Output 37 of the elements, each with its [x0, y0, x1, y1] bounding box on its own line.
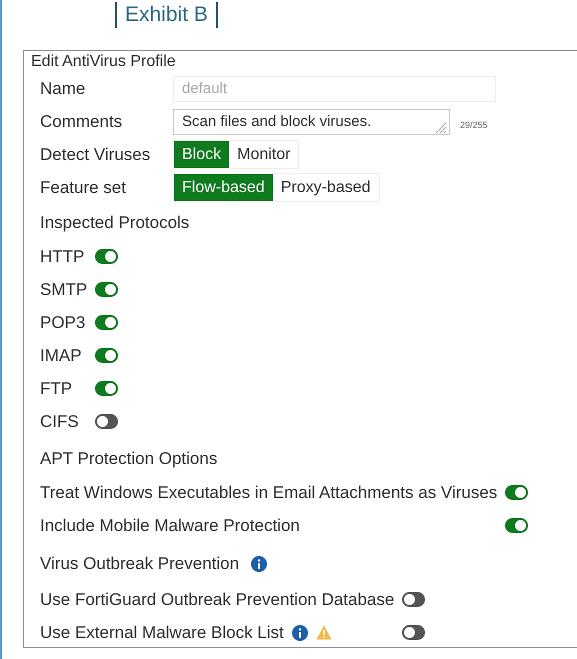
- option-label: Use FortiGuard Outbreak Prevention Database: [40, 590, 394, 610]
- toggle-switch[interactable]: [95, 282, 118, 297]
- option-label: Treat Windows Executables in Email Attachments as Viruses: [40, 482, 498, 502]
- option-button[interactable]: Flow-based: [174, 174, 273, 201]
- toggle-switch[interactable]: [402, 625, 426, 640]
- warning-icon: [316, 625, 332, 640]
- option-label: SMTP: [40, 280, 88, 300]
- option-label: FTP: [40, 378, 72, 398]
- toggle-switch[interactable]: [95, 414, 118, 429]
- field-label: Name: [40, 78, 86, 98]
- section-heading: APT Protection Options: [40, 448, 218, 468]
- info-icon[interactable]: [292, 624, 308, 640]
- option-button[interactable]: Block: [174, 141, 230, 168]
- comments-field[interactable]: Scan files and block viruses.: [173, 108, 450, 134]
- option-label: HTTP: [40, 246, 84, 266]
- toggle-switch[interactable]: [95, 249, 118, 264]
- toggle-switch[interactable]: [95, 381, 118, 396]
- field-label: Detect Viruses: [40, 144, 152, 164]
- option-label: Use External Malware Block List: [40, 622, 284, 642]
- option-label: POP3: [40, 312, 86, 332]
- info-icon[interactable]: [251, 556, 268, 572]
- toggle-switch[interactable]: [95, 315, 118, 330]
- field-label: Feature set: [40, 178, 127, 198]
- resize-grip-icon[interactable]: [433, 120, 447, 134]
- toggle-switch[interactable]: [95, 348, 118, 363]
- character-counter: 29/255: [460, 120, 488, 130]
- option-label: Include Mobile Malware Protection: [40, 516, 300, 536]
- option-label: CIFS: [40, 412, 79, 432]
- option-label: IMAP: [40, 346, 82, 366]
- section-heading: Inspected Protocols: [40, 212, 190, 232]
- toggle-switch[interactable]: [505, 518, 528, 533]
- exhibit-label: Exhibit B: [115, 2, 218, 28]
- field-label: Comments: [40, 112, 124, 132]
- toggle-switch[interactable]: [505, 485, 528, 500]
- section-heading: Virus Outbreak Prevention: [40, 554, 240, 574]
- toggle-switch[interactable]: [402, 592, 426, 607]
- panel-title: Edit AntiVirus Profile: [30, 53, 177, 71]
